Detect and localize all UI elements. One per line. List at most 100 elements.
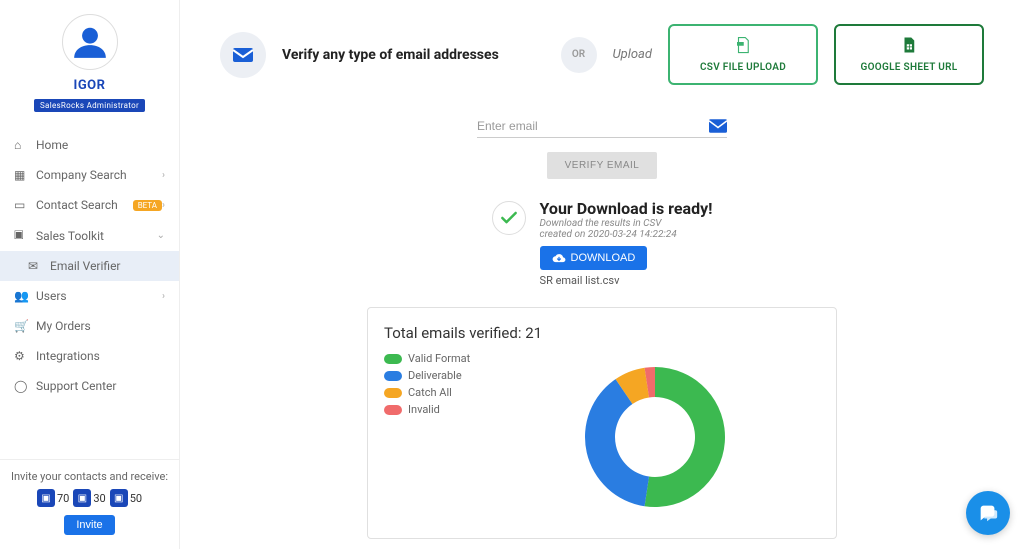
email-input-row <box>220 115 984 138</box>
nav-sales-toolkit[interactable]: 🞕 Sales Toolkit ⌄ <box>0 220 179 251</box>
chart-title: Total emails verified: 21 <box>384 324 820 342</box>
donut-slice <box>645 367 725 507</box>
nav-label: Email Verifier <box>50 259 165 273</box>
chevron-down-icon: ⌄ <box>157 230 165 241</box>
swatch <box>384 354 402 364</box>
role-badge: SalesRocks Administrator <box>34 99 145 112</box>
check-icon <box>499 208 519 228</box>
legend-label: Deliverable <box>408 369 462 382</box>
download-button[interactable]: DOWNLOAD <box>540 246 648 270</box>
donut-svg <box>570 352 740 522</box>
home-icon: ⌂ <box>14 138 28 152</box>
nav-label: My Orders <box>36 319 165 333</box>
reward-chip: ▣70 <box>37 489 69 507</box>
nav-email-verifier[interactable]: ✉ Email Verifier <box>0 251 179 281</box>
nav: ⌂ Home ▦ Company Search › ▭ Contact Sear… <box>0 130 179 459</box>
main-content: Verify any type of email addresses OR Up… <box>180 0 1024 549</box>
legend-valid-format: Valid Format <box>384 352 470 365</box>
sidebar: IGOR SalesRocks Administrator ⌂ Home ▦ C… <box>0 0 180 549</box>
download-sub2: created on 2020-03-24 14:22:24 <box>540 229 713 240</box>
download-filename: SR email list.csv <box>540 274 713 287</box>
nav-users[interactable]: 👥 Users › <box>0 281 179 311</box>
nav-home[interactable]: ⌂ Home <box>0 130 179 160</box>
download-section: Your Download is ready! Download the res… <box>220 199 984 287</box>
download-sub1: Download the results in CSV <box>540 218 713 229</box>
id-icon: ▣ <box>73 489 91 507</box>
chevron-right-icon: › <box>162 200 165 211</box>
chat-fab[interactable] <box>966 491 1010 535</box>
gear-icon: ⚙ <box>14 349 28 363</box>
chart-card: Total emails verified: 21 Valid Format D… <box>367 307 837 539</box>
swatch <box>384 388 402 398</box>
mail-icon <box>231 43 255 67</box>
legend-invalid: Invalid <box>384 403 470 416</box>
nav-label: Support Center <box>36 379 165 393</box>
nav-label: Users <box>36 289 162 303</box>
gsheet-upload-button[interactable]: GOOGLE SHEET URL <box>834 24 984 85</box>
reward-value: 70 <box>57 492 69 505</box>
chart-body: Valid Format Deliverable Catch All Inval… <box>384 352 820 522</box>
legend-label: Invalid <box>408 403 440 416</box>
nav-integrations[interactable]: ⚙ Integrations <box>0 341 179 371</box>
reward-value: 50 <box>130 492 142 505</box>
invite-section: Invite your contacts and receive: ▣70 ▣3… <box>0 459 179 549</box>
email-input-wrap <box>477 115 727 138</box>
chevron-right-icon: › <box>162 170 165 181</box>
mail-icon <box>709 119 727 133</box>
briefcase-icon: 🞕 <box>14 228 28 243</box>
verify-button-wrap: VERIFY EMAIL <box>220 152 984 179</box>
download-title: Your Download is ready! <box>540 199 713 218</box>
profile-section: IGOR SalesRocks Administrator <box>0 0 179 120</box>
user-icon <box>71 23 109 61</box>
email-input[interactable] <box>477 115 709 137</box>
nav-label: Integrations <box>36 349 165 363</box>
csv-upload-button[interactable]: CSV FILE UPLOAD <box>668 24 818 85</box>
chart-legend: Valid Format Deliverable Catch All Inval… <box>384 352 470 522</box>
chart-total: 21 <box>525 324 542 342</box>
chat-icon <box>977 502 999 524</box>
users-icon: 👥 <box>14 289 28 303</box>
mail-icon: ✉ <box>28 259 42 273</box>
chevron-right-icon: › <box>162 291 165 302</box>
nav-support-center[interactable]: ◯ Support Center <box>0 371 179 401</box>
reward-chip: ▣50 <box>110 489 142 507</box>
upload-label: Upload <box>613 47 653 62</box>
gsheet-upload-label: GOOGLE SHEET URL <box>852 62 966 73</box>
cart-icon: 🛒 <box>14 319 28 333</box>
nav-my-orders[interactable]: 🛒 My Orders <box>0 311 179 341</box>
legend-label: Valid Format <box>408 352 470 365</box>
cloud-download-icon <box>552 251 566 265</box>
success-check <box>492 201 526 235</box>
download-text: Your Download is ready! Download the res… <box>540 199 713 287</box>
verify-email-button[interactable]: VERIFY EMAIL <box>547 152 658 179</box>
building-icon: ▦ <box>14 168 28 182</box>
beta-badge: BETA <box>133 200 162 211</box>
reward-chip: ▣30 <box>73 489 105 507</box>
page-title: Verify any type of email addresses <box>282 47 545 63</box>
header-row: Verify any type of email addresses OR Up… <box>220 24 984 85</box>
avatar[interactable] <box>62 14 118 70</box>
download-button-label: DOWNLOAD <box>571 252 636 264</box>
legend-label: Catch All <box>408 386 452 399</box>
invite-title: Invite your contacts and receive: <box>6 470 173 483</box>
headset-icon: ◯ <box>14 379 28 393</box>
csv-upload-label: CSV FILE UPLOAD <box>686 62 800 73</box>
chart-title-prefix: Total emails verified: <box>384 324 525 342</box>
swatch <box>384 405 402 415</box>
mail-circle <box>220 32 266 78</box>
gsheet-icon <box>900 36 918 54</box>
nav-label: Company Search <box>36 168 162 182</box>
reward-value: 30 <box>93 492 105 505</box>
card-icon: ▭ <box>14 198 28 212</box>
nav-company-search[interactable]: ▦ Company Search › <box>0 160 179 190</box>
donut-chart <box>490 352 820 522</box>
invite-button[interactable]: Invite <box>64 515 114 535</box>
briefcase-icon: ▣ <box>110 489 128 507</box>
csv-file-icon <box>734 36 752 54</box>
folder-icon: ▣ <box>37 489 55 507</box>
nav-contact-search[interactable]: ▭ Contact Search BETA › <box>0 190 179 220</box>
nav-label: Home <box>36 138 165 152</box>
legend-deliverable: Deliverable <box>384 369 470 382</box>
nav-label: Contact Search <box>36 198 128 212</box>
nav-label: Sales Toolkit <box>36 229 157 243</box>
